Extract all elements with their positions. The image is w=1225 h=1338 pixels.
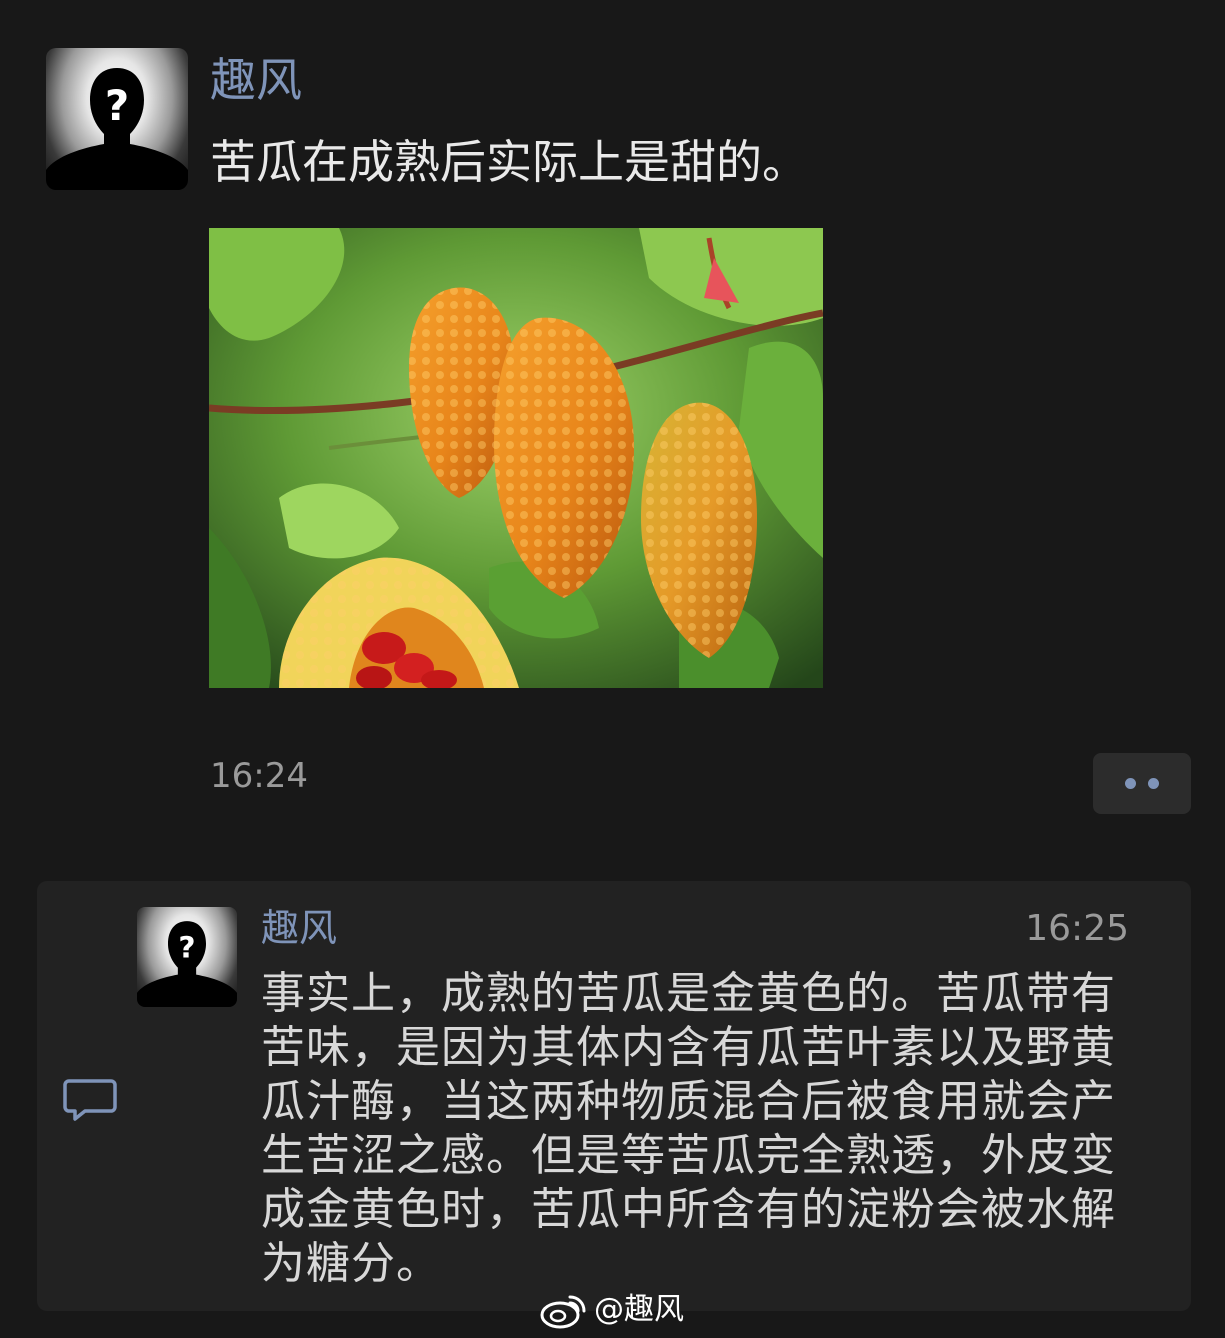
post-timestamp: 16:24: [210, 756, 308, 796]
more-dots-icon: [1148, 778, 1159, 789]
watermark-text: @趣风: [594, 1292, 684, 1327]
comment-timestamp: 16:25: [1025, 908, 1129, 949]
silhouette-avatar-icon: ?: [46, 68, 188, 190]
svg-text:?: ?: [178, 931, 195, 965]
post-image[interactable]: [209, 228, 823, 688]
weibo-watermark: @趣风: [540, 1290, 684, 1330]
weibo-logo-icon: [540, 1295, 586, 1329]
silhouette-avatar-icon: ?: [137, 921, 237, 1007]
comment-panel: ? 趣风 16:25 事实上，成熟的苦瓜是金黄色的。苦瓜带有苦味，是因为其体内含…: [37, 881, 1191, 1311]
ripe-bitter-melon-photo: [209, 228, 823, 688]
comment-author-avatar[interactable]: ?: [137, 907, 237, 1007]
comment-author-name[interactable]: 趣风: [261, 903, 337, 953]
post-author-avatar[interactable]: ?: [46, 48, 188, 190]
svg-text:?: ?: [105, 81, 129, 130]
comment-icon[interactable]: [63, 1077, 117, 1121]
post-author-name[interactable]: 趣风: [210, 50, 302, 110]
post-text: 苦瓜在成熟后实际上是甜的。: [210, 135, 808, 189]
comment-text: 事实上，成熟的苦瓜是金黄色的。苦瓜带有苦味，是因为其体内含有瓜苦叶素以及野黄瓜汁…: [261, 968, 1116, 1289]
more-dots-icon: [1125, 778, 1136, 789]
moments-page: ? 趣风 苦瓜在成熟后实际上是甜的。 16:24 ? 趣风 16:25 事实上，…: [0, 0, 1225, 1338]
more-options-button[interactable]: [1093, 753, 1191, 814]
